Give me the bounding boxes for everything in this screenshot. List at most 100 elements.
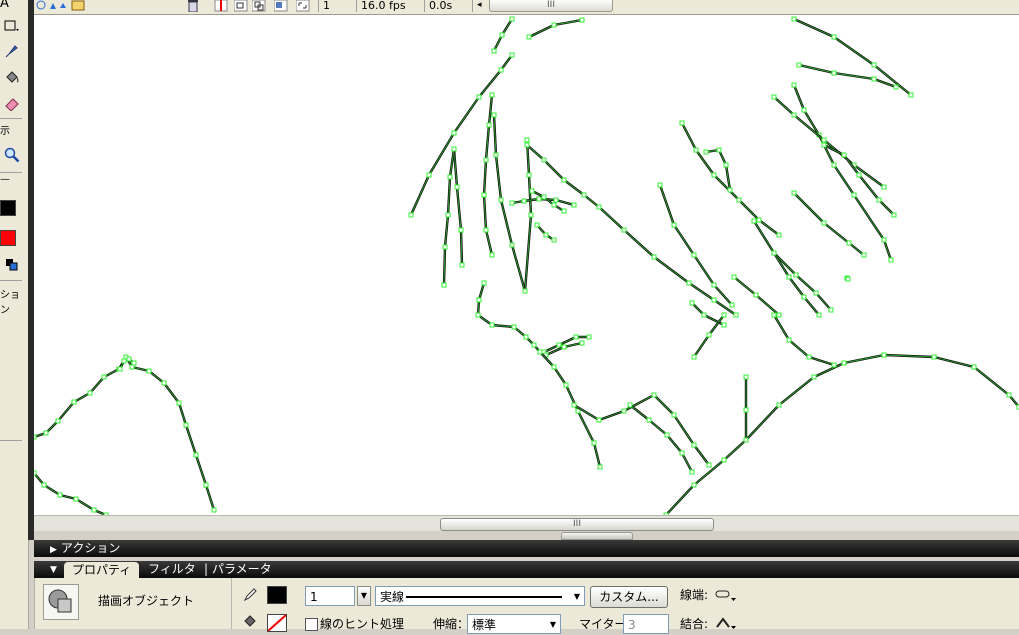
anchor-point[interactable] xyxy=(771,250,777,256)
anchor-point[interactable] xyxy=(793,272,799,278)
delete-layer-icon[interactable] xyxy=(186,0,200,12)
anchor-point[interactable] xyxy=(801,294,807,300)
anchor-point[interactable] xyxy=(596,204,602,210)
line-art-stroke[interactable] xyxy=(572,393,656,422)
anchor-point[interactable] xyxy=(597,464,603,470)
anchor-point[interactable] xyxy=(146,368,152,374)
anchor-point[interactable] xyxy=(729,302,735,308)
anchor-point[interactable] xyxy=(881,237,887,243)
anchor-point[interactable] xyxy=(489,322,495,328)
scale-select[interactable]: 標準 ▼ xyxy=(467,614,561,634)
anchor-point[interactable] xyxy=(536,196,542,202)
onion-skin-outline-icon[interactable] xyxy=(252,0,266,12)
anchor-point[interactable] xyxy=(621,227,627,233)
anchor-point[interactable] xyxy=(522,288,528,294)
stroke-height-dropdown-icon[interactable]: ▼ xyxy=(357,586,371,606)
anchor-point[interactable] xyxy=(776,232,782,238)
paint-bucket-icon[interactable] xyxy=(0,66,24,88)
anchor-point[interactable] xyxy=(476,297,482,303)
anchor-point[interactable] xyxy=(203,482,209,488)
anchor-point[interactable] xyxy=(831,70,837,76)
anchor-point[interactable] xyxy=(651,392,657,398)
anchor-point[interactable] xyxy=(445,212,451,218)
anchor-point[interactable] xyxy=(571,402,577,408)
tab-filters[interactable]: フィルタ xyxy=(148,561,196,578)
anchor-point[interactable] xyxy=(526,34,532,40)
frame-rate-field[interactable]: 16.0 fps xyxy=(356,0,421,12)
anchor-point[interactable] xyxy=(451,146,457,152)
anchor-point[interactable] xyxy=(716,147,722,153)
text-tool-label[interactable]: A xyxy=(0,0,9,11)
stroke-color-swatch[interactable] xyxy=(0,200,16,216)
anchor-point[interactable] xyxy=(693,147,699,153)
anchor-point[interactable] xyxy=(811,374,817,380)
anchor-point[interactable] xyxy=(791,112,797,118)
anchor-point[interactable] xyxy=(831,34,837,40)
anchor-point[interactable] xyxy=(509,16,515,22)
fill-color-picker[interactable] xyxy=(267,614,287,632)
stroke-hinting-checkbox[interactable] xyxy=(305,618,318,631)
anchor-point[interactable] xyxy=(193,452,199,458)
anchor-point[interactable] xyxy=(561,344,567,350)
anchor-point[interactable] xyxy=(526,172,532,178)
onion-skin-icon[interactable] xyxy=(234,0,248,12)
stroke-color-picker[interactable] xyxy=(267,586,287,604)
anchor-point[interactable] xyxy=(91,507,97,513)
anchor-point[interactable] xyxy=(537,349,543,355)
anchor-point[interactable] xyxy=(627,402,633,408)
anchor-point[interactable] xyxy=(703,149,709,155)
anchor-point[interactable] xyxy=(459,262,465,268)
anchor-point[interactable] xyxy=(87,390,93,396)
anchor-point[interactable] xyxy=(498,197,504,203)
stage-canvas[interactable] xyxy=(34,15,1019,515)
anchor-point[interactable] xyxy=(475,312,481,318)
anchor-point[interactable] xyxy=(476,94,482,100)
line-art-stroke[interactable] xyxy=(772,313,836,367)
anchor-point[interactable] xyxy=(121,358,127,364)
anchor-point[interactable] xyxy=(845,276,851,282)
anchor-point[interactable] xyxy=(117,366,123,372)
anchor-point[interactable] xyxy=(442,244,448,250)
anchor-point[interactable] xyxy=(596,417,602,423)
anchor-point[interactable] xyxy=(529,188,535,194)
anchor-point[interactable] xyxy=(743,407,749,413)
rectangle-tool-icon[interactable] xyxy=(0,14,24,36)
anchor-point[interactable] xyxy=(871,62,877,68)
anchor-point[interactable] xyxy=(579,17,585,23)
anchor-point[interactable] xyxy=(454,184,460,190)
anchor-point[interactable] xyxy=(573,334,579,340)
line-art-stroke[interactable] xyxy=(792,191,866,257)
anchor-point[interactable] xyxy=(731,274,737,280)
anchor-point[interactable] xyxy=(686,280,692,286)
anchor-point[interactable] xyxy=(483,227,489,233)
anchor-point[interactable] xyxy=(561,177,567,183)
anchor-point[interactable] xyxy=(586,334,592,340)
anchor-point[interactable] xyxy=(756,217,762,223)
anchor-point[interactable] xyxy=(481,280,487,286)
stroke-height-input[interactable]: 1 xyxy=(305,586,355,606)
anchor-point[interactable] xyxy=(509,242,515,248)
anchor-point[interactable] xyxy=(528,212,534,218)
anchor-point[interactable] xyxy=(581,192,587,198)
anchor-point[interactable] xyxy=(888,257,894,263)
anchor-point[interactable] xyxy=(727,187,733,193)
anchor-point[interactable] xyxy=(891,212,897,218)
anchor-point[interactable] xyxy=(511,324,517,330)
anchor-point[interactable] xyxy=(531,342,537,348)
anchor-point[interactable] xyxy=(523,334,529,340)
anchor-point[interactable] xyxy=(791,190,797,196)
anchor-point[interactable] xyxy=(509,52,515,58)
anchor-point[interactable] xyxy=(524,142,530,148)
stroke-style-select[interactable]: 実線 ▼ xyxy=(375,586,585,606)
anchor-point[interactable] xyxy=(441,282,447,288)
line-art-stroke[interactable] xyxy=(772,251,821,317)
anchor-point[interactable] xyxy=(211,507,217,513)
anchor-point[interactable] xyxy=(841,360,847,366)
anchor-point[interactable] xyxy=(801,107,807,113)
anchor-point[interactable] xyxy=(34,470,37,476)
anchor-point[interactable] xyxy=(831,362,837,368)
anchor-point[interactable] xyxy=(493,152,499,158)
edit-multiple-frames-icon[interactable] xyxy=(274,0,288,12)
anchor-point[interactable] xyxy=(791,16,797,22)
anchor-point[interactable] xyxy=(534,222,540,228)
